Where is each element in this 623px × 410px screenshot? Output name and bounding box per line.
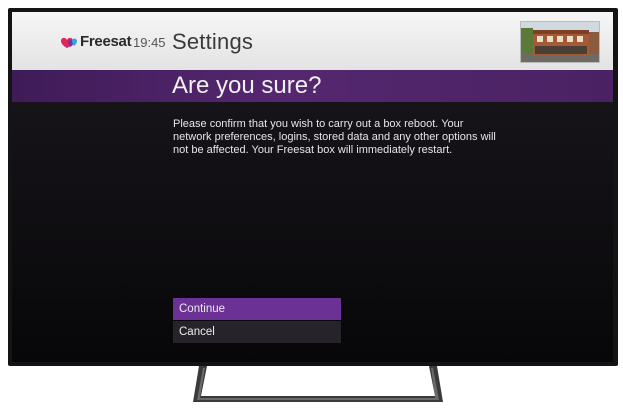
dialog-title: Are you sure? bbox=[172, 72, 322, 99]
preview-image bbox=[521, 22, 599, 62]
freesat-logo-icon bbox=[61, 37, 77, 48]
continue-button[interactable]: Continue bbox=[173, 298, 341, 320]
clock-time: 19:45 bbox=[133, 35, 166, 50]
cancel-button[interactable]: Cancel bbox=[173, 321, 341, 343]
options-list: Continue Cancel bbox=[173, 298, 341, 344]
page-title: Settings bbox=[172, 29, 254, 54]
tv-screen: Freesat 19:45 Settings Are you sure? Ple… bbox=[12, 12, 613, 362]
tv-stand bbox=[193, 366, 443, 402]
brand-name: Freesat bbox=[80, 33, 132, 50]
live-tv-preview bbox=[520, 21, 600, 63]
confirmation-message: Please confirm that you wish to carry ou… bbox=[173, 118, 496, 156]
header-bar: Freesat 19:45 Settings bbox=[12, 12, 613, 70]
